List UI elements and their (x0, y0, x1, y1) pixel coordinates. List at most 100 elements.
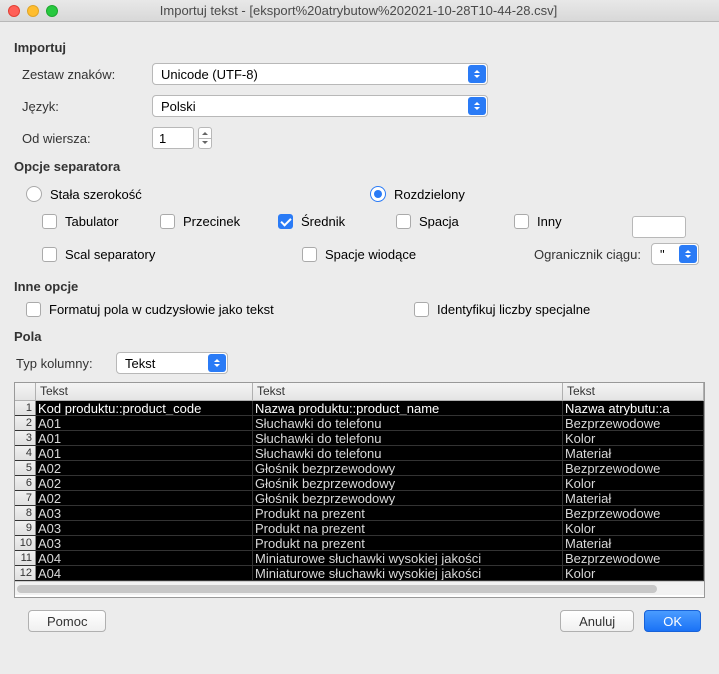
row-number: 9 (15, 521, 36, 535)
fixed-width-option[interactable]: Stała szerokość (26, 186, 370, 202)
table-row[interactable]: 6A02Głośnik bezprzewodowyKolor (15, 476, 704, 491)
leading-spaces-checkbox[interactable]: Spacje wiodące (302, 247, 534, 262)
cell: Kolor (563, 521, 704, 535)
cell: Nazwa produktu::product_name (253, 401, 563, 415)
space-checkbox[interactable]: Spacja (396, 214, 514, 229)
cell: A04 (36, 551, 253, 565)
other-options-header: Inne opcje (14, 279, 705, 294)
checkbox-icon (302, 247, 317, 262)
separator-header: Opcje separatora (14, 159, 705, 174)
row-number: 3 (15, 431, 36, 445)
cell: Kolor (563, 566, 704, 580)
window-title: Importuj tekst - [eksport%20atrybutow%20… (66, 3, 711, 18)
quote-label: Ogranicznik ciągu: (534, 247, 641, 262)
tab-checkbox[interactable]: Tabulator (42, 214, 160, 229)
fields-header: Pola (14, 329, 705, 344)
coltype-select[interactable]: Tekst (116, 352, 228, 374)
column-header[interactable]: Tekst (563, 383, 704, 400)
delimited-label: Rozdzielony (394, 187, 465, 202)
table-row[interactable]: 8A03Produkt na prezentBezprzewodowe (15, 506, 704, 521)
checkbox-icon (160, 214, 175, 229)
cell: A01 (36, 446, 253, 460)
row-number: 7 (15, 491, 36, 505)
language-label: Język: (22, 99, 152, 114)
charset-select[interactable]: Unicode (UTF-8) (152, 63, 488, 85)
preview-grid[interactable]: Tekst Tekst Tekst 1Kod produktu::product… (14, 382, 705, 598)
row-number: 5 (15, 461, 36, 475)
titlebar: Importuj tekst - [eksport%20atrybutow%20… (0, 0, 719, 22)
checkbox-icon (42, 247, 57, 262)
cell: A01 (36, 416, 253, 430)
table-row[interactable]: 3A01Słuchawki do telefonuKolor (15, 431, 704, 446)
checkbox-icon (514, 214, 529, 229)
ok-button[interactable]: OK (644, 610, 701, 632)
row-number: 6 (15, 476, 36, 490)
language-select[interactable]: Polski (152, 95, 488, 117)
chevron-updown-icon (679, 245, 697, 263)
cancel-button[interactable]: Anuluj (560, 610, 634, 632)
table-row[interactable]: 11A04Miniaturowe słuchawki wysokiej jako… (15, 551, 704, 566)
checkbox-icon (278, 214, 293, 229)
row-number: 4 (15, 446, 36, 460)
help-button[interactable]: Pomoc (28, 610, 106, 632)
language-value: Polski (161, 99, 196, 114)
table-row[interactable]: 9A03Produkt na prezentKolor (15, 521, 704, 536)
cell: Produkt na prezent (253, 521, 563, 535)
table-row[interactable]: 7A02Głośnik bezprzewodowyMateriał (15, 491, 704, 506)
cell: Kolor (563, 431, 704, 445)
fixed-label: Stała szerokość (50, 187, 142, 202)
cell: A03 (36, 536, 253, 550)
detect-special-checkbox[interactable]: Identyfikuj liczby specjalne (414, 302, 590, 317)
semicolon-checkbox[interactable]: Średnik (278, 214, 396, 229)
cell: Słuchawki do telefonu (253, 416, 563, 430)
quote-select[interactable]: " (651, 243, 699, 265)
cell: Materiał (563, 446, 704, 460)
fromrow-value: 1 (159, 131, 166, 146)
fromrow-input[interactable]: 1 (152, 127, 194, 149)
cell: Bezprzewodowe (563, 506, 704, 520)
delimited-option[interactable]: Rozdzielony (370, 186, 465, 202)
radio-icon (26, 186, 42, 202)
minimize-icon[interactable] (27, 5, 39, 17)
other-checkbox[interactable]: Inny (514, 214, 632, 229)
table-row[interactable]: 4A01Słuchawki do telefonuMateriał (15, 446, 704, 461)
charset-label: Zestaw znaków: (22, 67, 152, 82)
table-row[interactable]: 10A03Produkt na prezentMateriał (15, 536, 704, 551)
checkbox-icon (26, 302, 41, 317)
table-row[interactable]: 12A04Miniaturowe słuchawki wysokiej jako… (15, 566, 704, 581)
merge-separators-checkbox[interactable]: Scal separatory (42, 247, 302, 262)
cell: Produkt na prezent (253, 536, 563, 550)
radio-icon (370, 186, 386, 202)
checkbox-icon (42, 214, 57, 229)
other-separator-input[interactable] (632, 216, 686, 238)
cell: Materiał (563, 491, 704, 505)
scrollbar-thumb[interactable] (17, 585, 657, 593)
row-number: 2 (15, 416, 36, 430)
table-row[interactable]: 2A01Słuchawki do telefonuBezprzewodowe (15, 416, 704, 431)
cell: Głośnik bezprzewodowy (253, 491, 563, 505)
column-header[interactable]: Tekst (36, 383, 253, 400)
horizontal-scrollbar[interactable] (15, 581, 704, 595)
cell: Miniaturowe słuchawki wysokiej jakości (253, 566, 563, 580)
cell: Słuchawki do telefonu (253, 446, 563, 460)
row-number: 12 (15, 566, 36, 580)
grid-header: Tekst Tekst Tekst (15, 383, 704, 401)
coltype-value: Tekst (125, 356, 155, 371)
cell: A03 (36, 506, 253, 520)
cell: Kolor (563, 476, 704, 490)
zoom-icon[interactable] (46, 5, 58, 17)
fromrow-stepper[interactable] (198, 127, 212, 149)
table-row[interactable]: 5A02Głośnik bezprzewodowyBezprzewodowe (15, 461, 704, 476)
column-header[interactable]: Tekst (253, 383, 563, 400)
comma-checkbox[interactable]: Przecinek (160, 214, 278, 229)
cell: Miniaturowe słuchawki wysokiej jakości (253, 551, 563, 565)
chevron-updown-icon (468, 65, 486, 83)
charset-value: Unicode (UTF-8) (161, 67, 258, 82)
cell: Bezprzewodowe (563, 551, 704, 565)
cell: Głośnik bezprzewodowy (253, 461, 563, 475)
close-icon[interactable] (8, 5, 20, 17)
cell: A02 (36, 491, 253, 505)
format-quoted-checkbox[interactable]: Formatuj pola w cudzysłowie jako tekst (26, 302, 406, 317)
cell: Głośnik bezprzewodowy (253, 476, 563, 490)
table-row[interactable]: 1Kod produktu::product_codeNazwa produkt… (15, 401, 704, 416)
